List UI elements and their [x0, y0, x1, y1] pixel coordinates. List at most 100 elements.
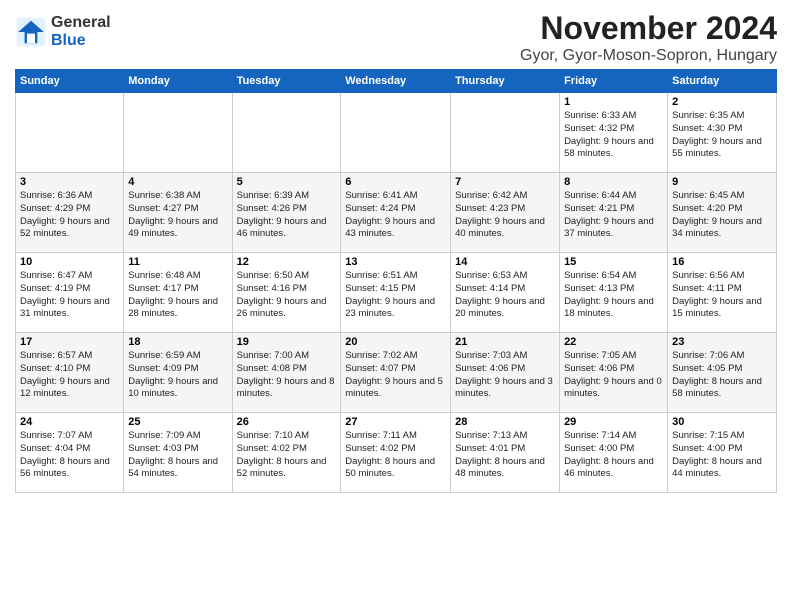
calendar-cell: 9 Sunrise: 6:45 AM Sunset: 4:20 PM Daylig… — [668, 173, 777, 253]
header-day-monday: Monday — [124, 70, 232, 93]
day-info: Sunrise: 6:53 AM Sunset: 4:14 PM Dayligh… — [455, 270, 555, 321]
day-number: 4 — [128, 176, 227, 188]
day-info: Sunrise: 6:57 AM Sunset: 4:10 PM Dayligh… — [20, 350, 119, 401]
day-number: 12 — [237, 256, 337, 268]
calendar-cell: 22 Sunrise: 7:05 AM Sunset: 4:06 PM Dayli… — [560, 333, 668, 413]
day-number: 29 — [564, 416, 663, 428]
day-info: Sunrise: 7:09 AM Sunset: 4:03 PM Dayligh… — [128, 430, 227, 481]
day-number: 13 — [345, 256, 446, 268]
day-number: 22 — [564, 336, 663, 348]
calendar-title: November 2024 — [520, 10, 777, 47]
day-info: Sunrise: 6:48 AM Sunset: 4:17 PM Dayligh… — [128, 270, 227, 321]
calendar-header: SundayMondayTuesdayWednesdayThursdayFrid… — [16, 70, 777, 93]
calendar-cell: 16 Sunrise: 6:56 AM Sunset: 4:11 PM Dayli… — [668, 253, 777, 333]
day-info: Sunrise: 7:10 AM Sunset: 4:02 PM Dayligh… — [237, 430, 337, 481]
day-info: Sunrise: 6:38 AM Sunset: 4:27 PM Dayligh… — [128, 190, 227, 241]
day-info: Sunrise: 7:11 AM Sunset: 4:02 PM Dayligh… — [345, 430, 446, 481]
day-number: 11 — [128, 256, 227, 268]
week-row-3: 17Sunrise: 6:57 AM Sunset: 4:10 PM Dayli… — [16, 333, 777, 413]
calendar-cell — [16, 93, 124, 173]
calendar-cell: 27 Sunrise: 7:11 AM Sunset: 4:02 PM Dayli… — [341, 413, 451, 493]
day-number: 23 — [672, 336, 772, 348]
calendar-cell: 2Sunrise: 6:35 AM Sunset: 4:30 PM Daylig… — [668, 93, 777, 173]
header-day-thursday: Thursday — [451, 70, 560, 93]
day-info: Sunrise: 6:44 AM Sunset: 4:21 PM Dayligh… — [564, 190, 663, 241]
day-info: Sunrise: 7:00 AM Sunset: 4:08 PM Dayligh… — [237, 350, 337, 401]
header-day-sunday: Sunday — [16, 70, 124, 93]
day-info: Sunrise: 6:51 AM Sunset: 4:15 PM Dayligh… — [345, 270, 446, 321]
day-number: 8 — [564, 176, 663, 188]
day-number: 25 — [128, 416, 227, 428]
day-info: Sunrise: 6:45 AM Sunset: 4:20 PM Dayligh… — [672, 190, 772, 241]
day-number: 16 — [672, 256, 772, 268]
calendar-cell — [124, 93, 232, 173]
calendar-cell: 24 Sunrise: 7:07 AM Sunset: 4:04 PM Dayli… — [16, 413, 124, 493]
calendar-cell: 29 Sunrise: 7:14 AM Sunset: 4:00 PM Dayli… — [560, 413, 668, 493]
day-number: 21 — [455, 336, 555, 348]
day-number: 18 — [128, 336, 227, 348]
day-number: 26 — [237, 416, 337, 428]
calendar-cell: 11 Sunrise: 6:48 AM Sunset: 4:17 PM Dayli… — [124, 253, 232, 333]
calendar-cell: 15Sunrise: 6:54 AM Sunset: 4:13 PM Dayli… — [560, 253, 668, 333]
week-row-2: 10Sunrise: 6:47 AM Sunset: 4:19 PM Dayli… — [16, 253, 777, 333]
week-row-1: 3 Sunrise: 6:36 AM Sunset: 4:29 PM Daylig… — [16, 173, 777, 253]
day-info: Sunrise: 6:36 AM Sunset: 4:29 PM Dayligh… — [20, 190, 119, 241]
page: General Blue November 2024 Gyor, Gyor-Mo… — [0, 0, 792, 612]
calendar-cell: 1 Sunrise: 6:33 AM Sunset: 4:32 PM Daylig… — [560, 93, 668, 173]
day-info: Sunrise: 6:59 AM Sunset: 4:09 PM Dayligh… — [128, 350, 227, 401]
calendar-cell: 5Sunrise: 6:39 AM Sunset: 4:26 PM Daylig… — [232, 173, 341, 253]
day-info: Sunrise: 7:06 AM Sunset: 4:05 PM Dayligh… — [672, 350, 772, 401]
week-row-0: 1 Sunrise: 6:33 AM Sunset: 4:32 PM Daylig… — [16, 93, 777, 173]
calendar-cell: 25 Sunrise: 7:09 AM Sunset: 4:03 PM Dayli… — [124, 413, 232, 493]
day-info: Sunrise: 6:33 AM Sunset: 4:32 PM Dayligh… — [564, 110, 663, 161]
day-info: Sunrise: 7:03 AM Sunset: 4:06 PM Dayligh… — [455, 350, 555, 401]
day-info: Sunrise: 7:02 AM Sunset: 4:07 PM Dayligh… — [345, 350, 446, 401]
calendar-cell: 28 Sunrise: 7:13 AM Sunset: 4:01 PM Dayli… — [451, 413, 560, 493]
calendar-cell: 7Sunrise: 6:42 AM Sunset: 4:23 PM Daylig… — [451, 173, 560, 253]
day-info: Sunrise: 7:07 AM Sunset: 4:04 PM Dayligh… — [20, 430, 119, 481]
day-info: Sunrise: 6:42 AM Sunset: 4:23 PM Dayligh… — [455, 190, 555, 241]
calendar-cell: 10Sunrise: 6:47 AM Sunset: 4:19 PM Dayli… — [16, 253, 124, 333]
day-number: 9 — [672, 176, 772, 188]
calendar-cell: 30Sunrise: 7:15 AM Sunset: 4:00 PM Dayli… — [668, 413, 777, 493]
calendar-cell: 4 Sunrise: 6:38 AM Sunset: 4:27 PM Daylig… — [124, 173, 232, 253]
calendar-cell — [232, 93, 341, 173]
logo: General Blue — [15, 14, 111, 49]
week-row-4: 24 Sunrise: 7:07 AM Sunset: 4:04 PM Dayli… — [16, 413, 777, 493]
day-number: 30 — [672, 416, 772, 428]
day-number: 3 — [20, 176, 119, 188]
calendar-body: 1 Sunrise: 6:33 AM Sunset: 4:32 PM Daylig… — [16, 93, 777, 493]
day-info: Sunrise: 7:14 AM Sunset: 4:00 PM Dayligh… — [564, 430, 663, 481]
day-info: Sunrise: 6:47 AM Sunset: 4:19 PM Dayligh… — [20, 270, 119, 321]
day-number: 28 — [455, 416, 555, 428]
calendar-cell — [451, 93, 560, 173]
logo-blue: Blue — [51, 32, 111, 50]
day-number: 20 — [345, 336, 446, 348]
day-info: Sunrise: 6:39 AM Sunset: 4:26 PM Dayligh… — [237, 190, 337, 241]
calendar-cell: 8 Sunrise: 6:44 AM Sunset: 4:21 PM Daylig… — [560, 173, 668, 253]
day-number: 14 — [455, 256, 555, 268]
header: General Blue November 2024 Gyor, Gyor-Mo… — [15, 10, 777, 65]
header-day-saturday: Saturday — [668, 70, 777, 93]
calendar-subtitle: Gyor, Gyor-Moson-Sopron, Hungary — [520, 47, 777, 65]
day-number: 6 — [345, 176, 446, 188]
day-number: 1 — [564, 96, 663, 108]
day-number: 24 — [20, 416, 119, 428]
calendar-cell: 6 Sunrise: 6:41 AM Sunset: 4:24 PM Daylig… — [341, 173, 451, 253]
calendar-cell: 17Sunrise: 6:57 AM Sunset: 4:10 PM Dayli… — [16, 333, 124, 413]
day-number: 19 — [237, 336, 337, 348]
day-number: 27 — [345, 416, 446, 428]
calendar-cell: 14 Sunrise: 6:53 AM Sunset: 4:14 PM Dayli… — [451, 253, 560, 333]
calendar-cell: 19 Sunrise: 7:00 AM Sunset: 4:08 PM Dayli… — [232, 333, 341, 413]
calendar-table: SundayMondayTuesdayWednesdayThursdayFrid… — [15, 69, 777, 493]
day-info: Sunrise: 7:05 AM Sunset: 4:06 PM Dayligh… — [564, 350, 663, 401]
day-info: Sunrise: 6:41 AM Sunset: 4:24 PM Dayligh… — [345, 190, 446, 241]
day-info: Sunrise: 6:56 AM Sunset: 4:11 PM Dayligh… — [672, 270, 772, 321]
title-block: November 2024 Gyor, Gyor-Moson-Sopron, H… — [520, 10, 777, 65]
calendar-cell: 18 Sunrise: 6:59 AM Sunset: 4:09 PM Dayli… — [124, 333, 232, 413]
header-day-tuesday: Tuesday — [232, 70, 341, 93]
calendar-cell: 21 Sunrise: 7:03 AM Sunset: 4:06 PM Dayli… — [451, 333, 560, 413]
day-info: Sunrise: 6:54 AM Sunset: 4:13 PM Dayligh… — [564, 270, 663, 321]
day-info: Sunrise: 7:13 AM Sunset: 4:01 PM Dayligh… — [455, 430, 555, 481]
calendar-cell: 12Sunrise: 6:50 AM Sunset: 4:16 PM Dayli… — [232, 253, 341, 333]
